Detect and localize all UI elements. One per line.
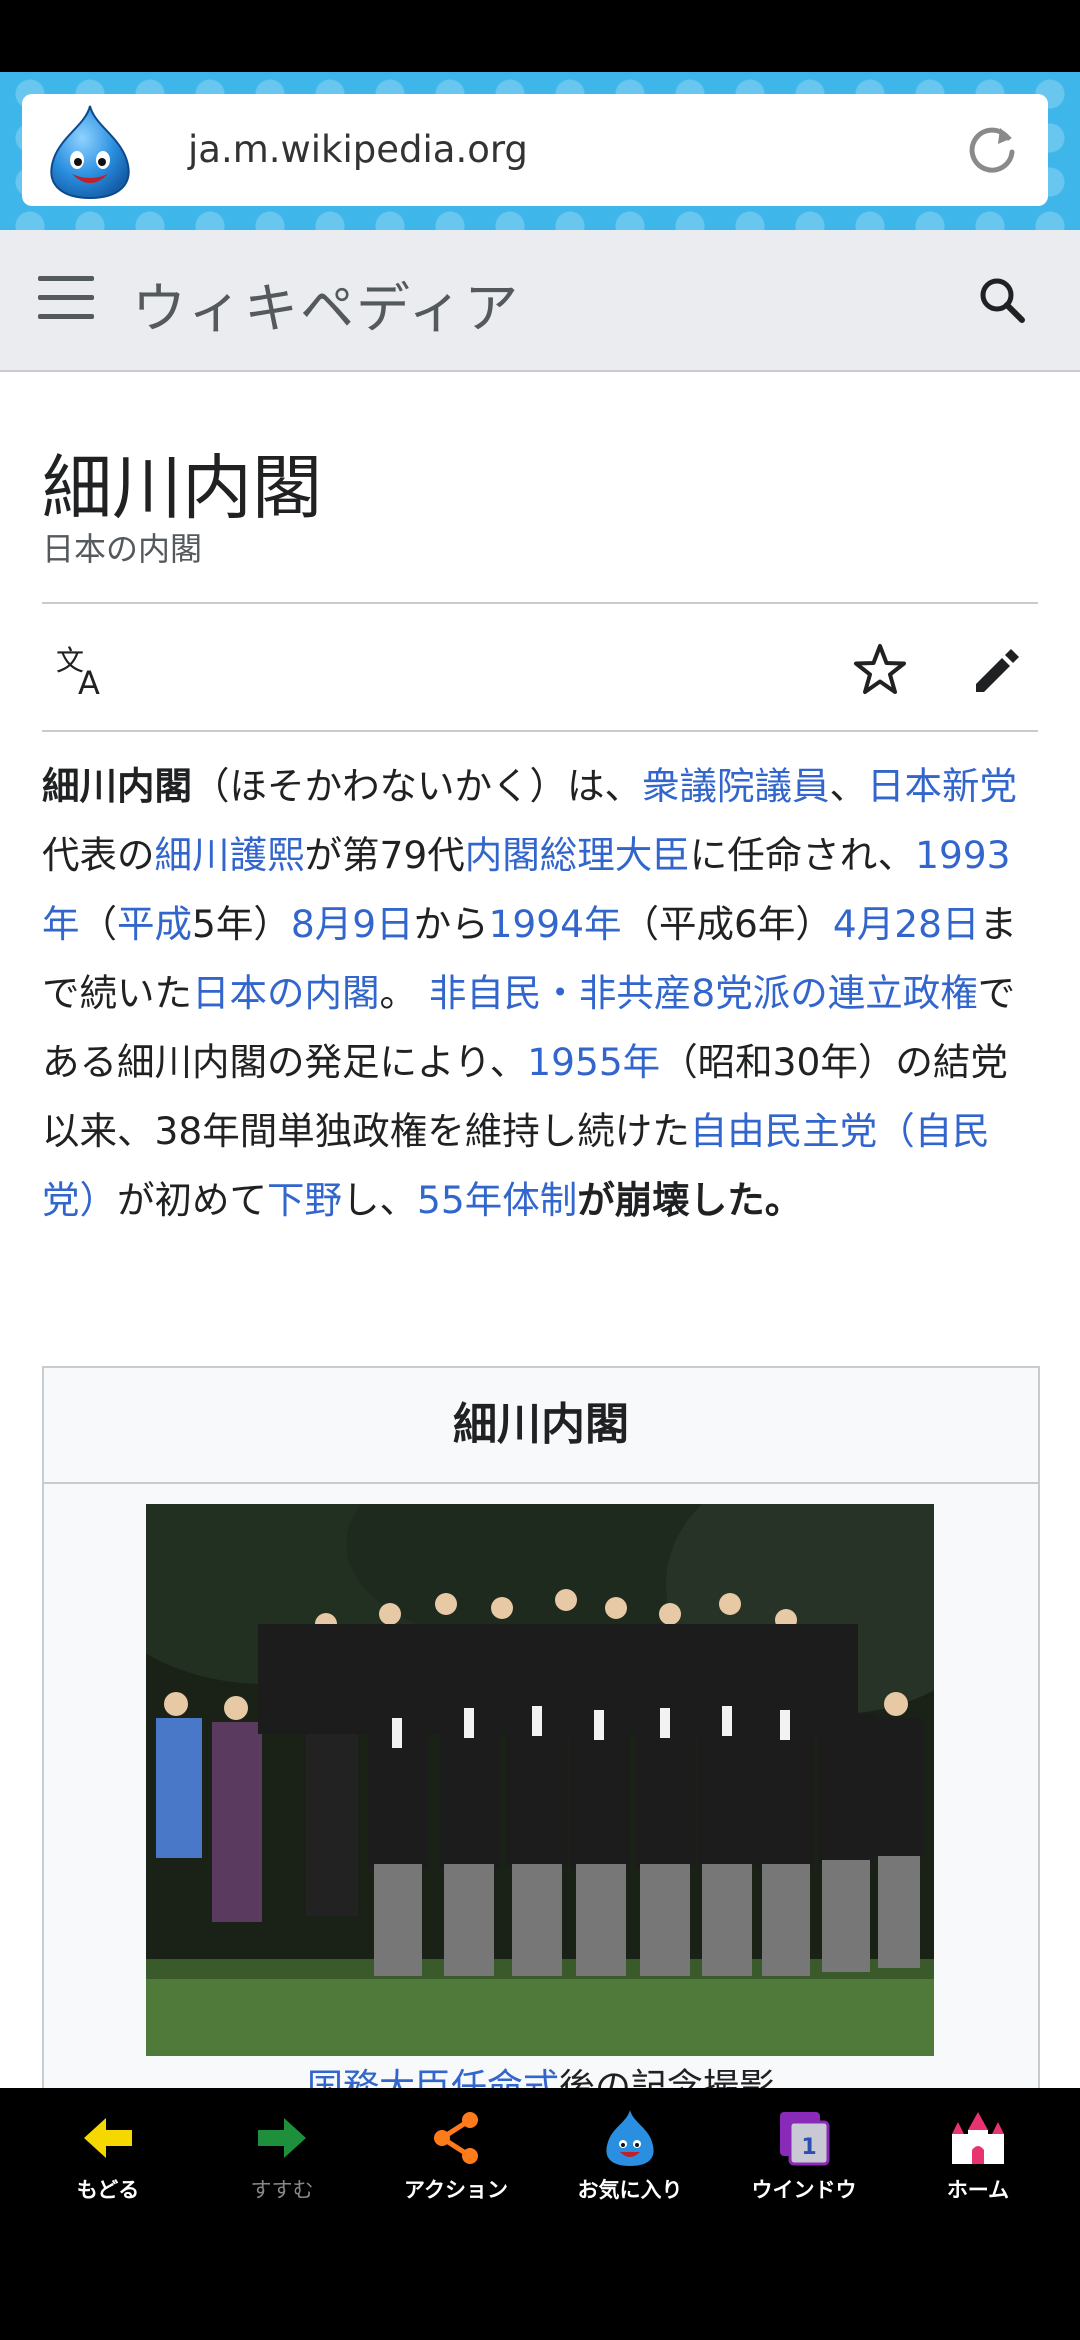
article-content: 細川内閣 日本の内閣 文 A 細川内閣（ほそかわないかく）は、衆議院議員、日本新… <box>0 372 1080 2088</box>
search-icon[interactable] <box>972 270 1032 330</box>
link-heisei[interactable]: 平成 <box>117 902 192 946</box>
wikipedia-wordmark[interactable]: ウィキペディア <box>132 264 520 343</box>
link-hosokawa-morihiro[interactable]: 細川護熙 <box>155 833 305 877</box>
wiki-header: ウィキペディア <box>0 230 1080 372</box>
reload-icon[interactable] <box>964 122 1020 178</box>
text: （ほそかわないかく）は、 <box>192 764 642 808</box>
window-icon: 1 <box>780 2112 830 2166</box>
slime-logo-icon[interactable] <box>32 102 148 202</box>
image-caption: 国務大臣任命式後の記念撮影 <box>44 2058 1038 2088</box>
text: が第79代 <box>304 833 465 877</box>
favorites-button[interactable]: お気に入り <box>543 2088 717 2220</box>
browser-bottom-nav: もどる すすむ アクション お気に入り 1 ウインドウ ホーム <box>0 2088 1080 2220</box>
infobox: 細川内閣 国務大臣任命式後の記念撮影 <box>42 1366 1040 2088</box>
share-icon <box>434 2112 478 2164</box>
link-japan-cabinet[interactable]: 日本の内閣 <box>192 971 380 1015</box>
back-label: もどる <box>76 2178 140 2202</box>
home-button[interactable]: ホーム <box>891 2088 1065 2220</box>
castle-icon <box>952 2112 1004 2164</box>
text: に任命され、 <box>689 833 916 877</box>
divider <box>42 730 1038 732</box>
arrow-left-icon <box>84 2118 132 2158</box>
action-button[interactable]: アクション <box>369 2088 543 2220</box>
status-bar <box>0 0 1080 72</box>
window-label: ウインドウ <box>751 2178 857 2202</box>
text: から <box>413 902 489 946</box>
arrow-right-icon <box>258 2118 306 2158</box>
lead-paragraph: 細川内閣（ほそかわないかく）は、衆議院議員、日本新党代表の細川護熙が第79代内閣… <box>42 752 1042 1235</box>
text: し、 <box>342 1178 417 1222</box>
link-august-9[interactable]: 8月9日 <box>291 902 414 946</box>
link-april-28[interactable]: 4月28日 <box>833 902 980 946</box>
slime-icon <box>606 2110 654 2166</box>
link-shugiin-giin[interactable]: 衆議院議員 <box>642 764 830 808</box>
language-icon[interactable]: 文 A <box>54 640 114 700</box>
text: 代表の <box>42 833 155 877</box>
system-nav-bar <box>0 2220 1080 2340</box>
svg-text:A: A <box>78 664 100 700</box>
infobox-title: 細川内閣 <box>44 1368 1038 1484</box>
link-geya[interactable]: 下野 <box>267 1178 342 1222</box>
window-button[interactable]: 1 ウインドウ <box>717 2088 891 2220</box>
window-count: 1 <box>801 2135 816 2160</box>
text: 。 <box>379 971 418 1015</box>
link-1955[interactable]: 1955年 <box>527 1040 660 1084</box>
browser-toolbar: ja.m.wikipedia.org <box>0 72 1080 230</box>
link-prime-minister[interactable]: 内閣総理大臣 <box>465 833 690 877</box>
link-coalition[interactable]: 非自民・非共産8党派の連立政権 <box>429 971 978 1015</box>
bold-term: 細川内閣 <box>42 764 192 808</box>
favorites-label: お気に入り <box>577 2178 683 2202</box>
caption-text: 後の記念撮影 <box>559 2067 776 2088</box>
home-label: ホーム <box>946 2178 1010 2202</box>
action-label: アクション <box>404 2178 508 2202</box>
link-55-system[interactable]: 55年体制 <box>417 1178 577 1222</box>
url-text[interactable]: ja.m.wikipedia.org <box>188 94 528 206</box>
divider <box>42 602 1038 604</box>
page-title: 細川内閣 <box>42 447 322 529</box>
watch-star-icon[interactable] <box>850 640 910 700</box>
bold-text: が崩壊した。 <box>577 1178 803 1222</box>
text: （ <box>79 902 118 946</box>
text: 5年） <box>192 902 291 946</box>
forward-button[interactable]: すすむ <box>195 2088 369 2220</box>
text: が初めて <box>117 1178 267 1222</box>
menu-icon[interactable] <box>38 276 94 324</box>
link-nihon-shinto[interactable]: 日本新党 <box>867 764 1017 808</box>
cabinet-group-photo[interactable] <box>146 1504 934 2056</box>
caption-link[interactable]: 国務大臣任命式 <box>307 2067 559 2088</box>
text: 、 <box>829 764 868 808</box>
forward-label: すすむ <box>250 2178 314 2202</box>
back-button[interactable]: もどる <box>21 2088 195 2220</box>
edit-pencil-icon[interactable] <box>966 640 1026 700</box>
text: （平成6年） <box>621 902 833 946</box>
link-1994[interactable]: 1994年 <box>489 902 622 946</box>
page-description: 日本の内閣 <box>42 530 203 568</box>
url-bar[interactable]: ja.m.wikipedia.org <box>22 94 1048 206</box>
